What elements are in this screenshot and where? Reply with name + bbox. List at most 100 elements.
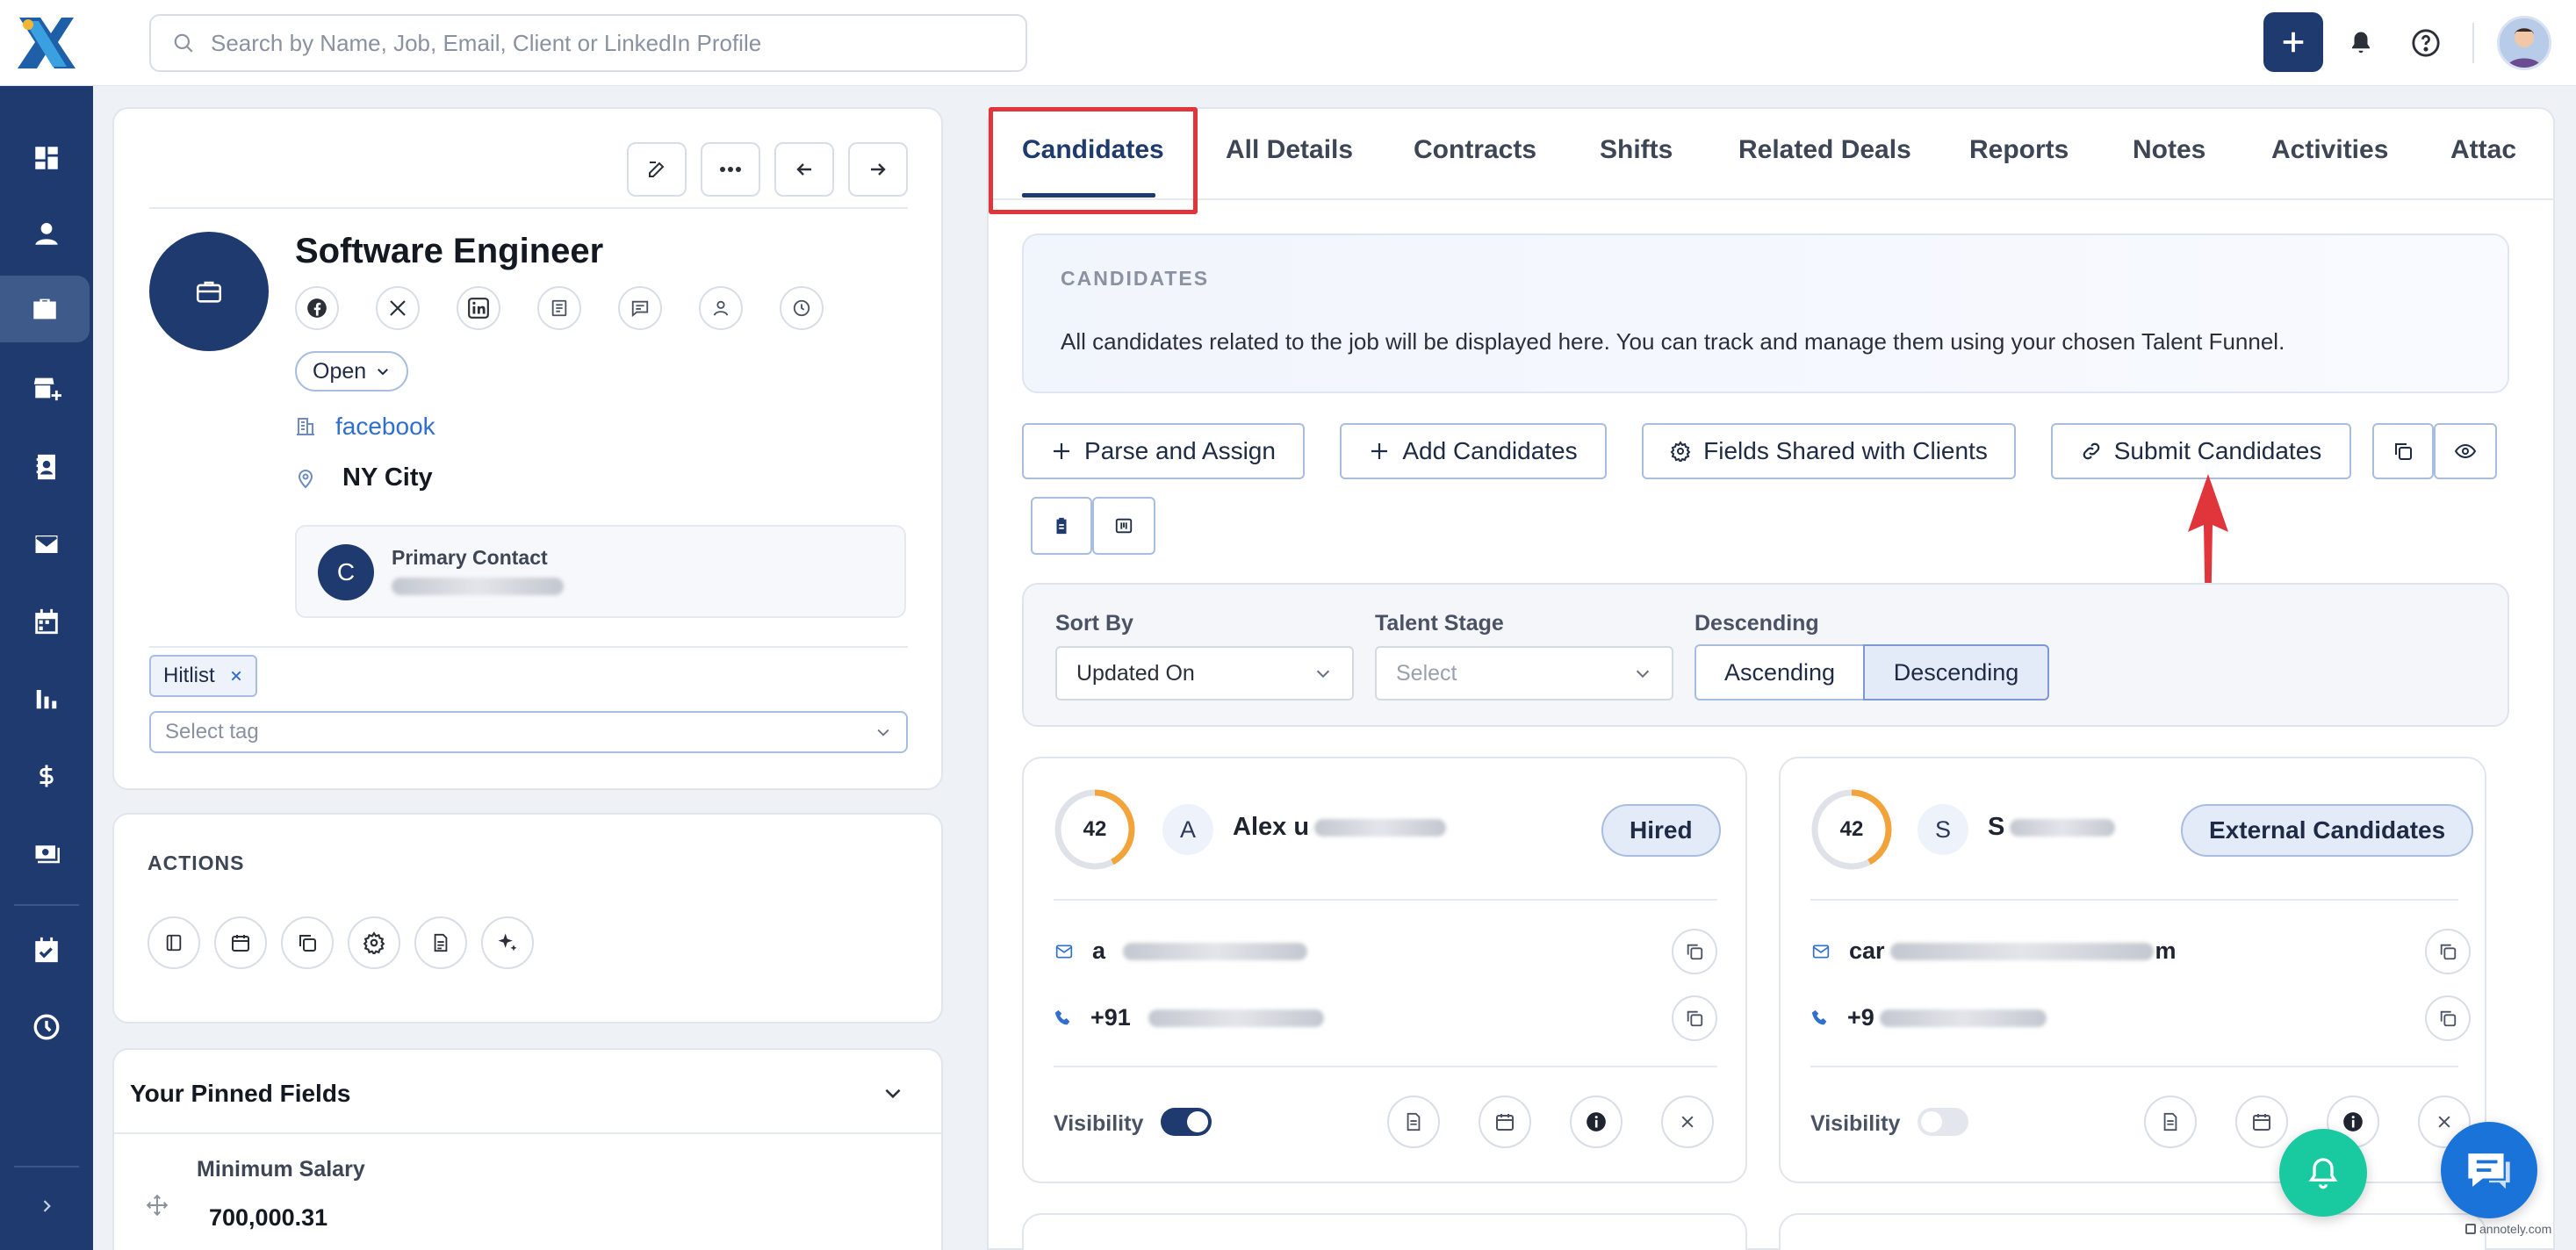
candidate-email[interactable]: car m: [1810, 938, 2177, 965]
facebook-icon[interactable]: [295, 286, 339, 330]
status-badge[interactable]: Hired: [1601, 804, 1721, 857]
resume-icon[interactable]: [1387, 1096, 1440, 1148]
ascending-button[interactable]: Ascending: [1695, 644, 1865, 700]
global-search[interactable]: Search by Name, Job, Email, Client or Li…: [149, 14, 1027, 72]
sidebar-expand-button[interactable]: [0, 1173, 93, 1239]
fields-shared-button[interactable]: Fields Shared with Clients: [1642, 423, 2016, 479]
descending-button[interactable]: Descending: [1863, 644, 2049, 700]
sidebar-billing[interactable]: [0, 743, 93, 809]
candidate-phone[interactable]: +9: [1810, 1004, 2047, 1031]
tab-notes[interactable]: Notes: [2133, 135, 2205, 165]
status-dropdown[interactable]: Open: [295, 351, 409, 392]
candidate-phone[interactable]: +91: [1054, 1004, 1324, 1031]
drag-handle-icon[interactable]: [146, 1194, 169, 1217]
user-avatar[interactable]: [2497, 16, 2551, 70]
visibility-toggle[interactable]: [1161, 1108, 1212, 1136]
edit-button[interactable]: [627, 142, 687, 197]
add-new-button[interactable]: [2263, 12, 2323, 72]
visibility-toggle[interactable]: [1918, 1108, 1968, 1136]
file-text-icon[interactable]: [414, 916, 467, 969]
comment-icon[interactable]: [618, 286, 662, 330]
user-icon[interactable]: [699, 286, 743, 330]
candidate-card[interactable]: 42 S S External Candidates car m +9 Visi…: [1779, 757, 2486, 1183]
add-candidates-button[interactable]: Add Candidates: [1340, 423, 1607, 479]
sidebar-clients[interactable]: [0, 355, 93, 421]
copy-email-button[interactable]: [2425, 929, 2471, 974]
redacted: [1889, 942, 2154, 960]
settings-gear-icon[interactable]: [348, 916, 400, 969]
chevron-down-icon: [378, 369, 389, 376]
preview-button[interactable]: [2434, 423, 2497, 479]
close-icon[interactable]: [229, 669, 243, 683]
copy-phone-button[interactable]: [1672, 995, 1717, 1041]
copy-icon[interactable]: [281, 916, 334, 969]
clipboard-view-button[interactable]: [1031, 497, 1092, 555]
tab-contracts[interactable]: Contracts: [1414, 135, 1536, 165]
schedule-calendar-icon[interactable]: [2235, 1096, 2288, 1148]
contact-avatar: C: [318, 544, 374, 600]
parse-and-assign-button[interactable]: Parse and Assign: [1022, 423, 1305, 479]
chat-fab[interactable]: [2441, 1122, 2537, 1218]
arrow-left-icon: [796, 163, 811, 176]
history-icon[interactable]: [780, 286, 824, 330]
sidebar-candidates[interactable]: [0, 200, 93, 267]
sort-by-label: Sort By: [1055, 611, 1133, 636]
tag-chip: Hitlist: [149, 655, 257, 697]
talent-stage-select[interactable]: Select: [1375, 646, 1673, 700]
copy-email-button[interactable]: [1672, 929, 1717, 974]
sidebar-payroll[interactable]: [0, 820, 93, 887]
previous-button[interactable]: [774, 142, 834, 197]
briefcase-icon: [196, 281, 222, 303]
info-icon[interactable]: [1570, 1096, 1623, 1148]
resume-icon[interactable]: [2144, 1096, 2197, 1148]
tab-all-details[interactable]: All Details: [1226, 135, 1353, 165]
sidebar-dashboard[interactable]: [0, 125, 93, 191]
divider: [149, 207, 908, 209]
copy-phone-button[interactable]: [2425, 995, 2471, 1041]
chevron-down-icon[interactable]: [881, 1081, 904, 1104]
sidebar-timesheets[interactable]: [0, 994, 93, 1060]
help-icon[interactable]: [2407, 25, 2444, 61]
candidate-email[interactable]: a: [1054, 938, 1308, 965]
sort-by-select[interactable]: Updated On: [1055, 646, 1354, 700]
linkedin-icon[interactable]: [457, 286, 500, 330]
sidebar-panel-icon[interactable]: [148, 916, 200, 969]
kanban-view-button[interactable]: [1092, 497, 1155, 555]
contact-name-redacted: [392, 578, 564, 595]
next-button[interactable]: [848, 142, 908, 197]
tab-related-deals[interactable]: Related Deals: [1738, 135, 1911, 165]
tag-select[interactable]: Select tag: [149, 711, 908, 753]
sidebar-calendar[interactable]: [0, 588, 93, 655]
tab-shifts[interactable]: Shifts: [1600, 135, 1673, 165]
notifications-fab[interactable]: [2279, 1129, 2367, 1217]
chevron-right-icon: [43, 1200, 51, 1212]
status-badge[interactable]: External Candidates: [2181, 804, 2474, 857]
calendar-icon[interactable]: [214, 916, 267, 969]
notifications-bell-icon[interactable]: [2342, 25, 2379, 61]
sidebar-jobs[interactable]: [0, 276, 90, 342]
app-logo[interactable]: [12, 12, 79, 74]
tab-reports[interactable]: Reports: [1969, 135, 2069, 165]
sidebar-mail[interactable]: [0, 511, 93, 578]
visibility-label: Visibility: [1810, 1111, 1901, 1136]
tab-attachments[interactable]: Attac: [2450, 135, 2538, 165]
schedule-calendar-icon[interactable]: [1479, 1096, 1531, 1148]
ai-sparkle-icon[interactable]: [481, 916, 534, 969]
company-link[interactable]: facebook: [295, 413, 435, 441]
document-icon[interactable]: [537, 286, 581, 330]
arrow-right-icon: [871, 163, 886, 176]
x-twitter-icon[interactable]: [376, 286, 420, 330]
company-name: facebook: [335, 413, 435, 440]
candidate-name[interactable]: S: [1988, 813, 2116, 842]
copy-link-button[interactable]: [2372, 423, 2434, 479]
tab-activities[interactable]: Activities: [2271, 135, 2388, 165]
candidate-card[interactable]: 42 A Alex u Hired a +91 Visibility: [1022, 757, 1747, 1183]
more-options-button[interactable]: [701, 142, 760, 197]
sidebar-reports[interactable]: [0, 665, 93, 732]
sidebar-contacts[interactable]: [0, 434, 93, 500]
sidebar-tasks[interactable]: [0, 916, 93, 983]
candidate-initial: A: [1162, 804, 1213, 855]
remove-icon[interactable]: [1661, 1096, 1714, 1148]
primary-contact-box[interactable]: C Primary Contact: [295, 525, 906, 618]
candidate-name[interactable]: Alex u: [1233, 813, 1447, 842]
